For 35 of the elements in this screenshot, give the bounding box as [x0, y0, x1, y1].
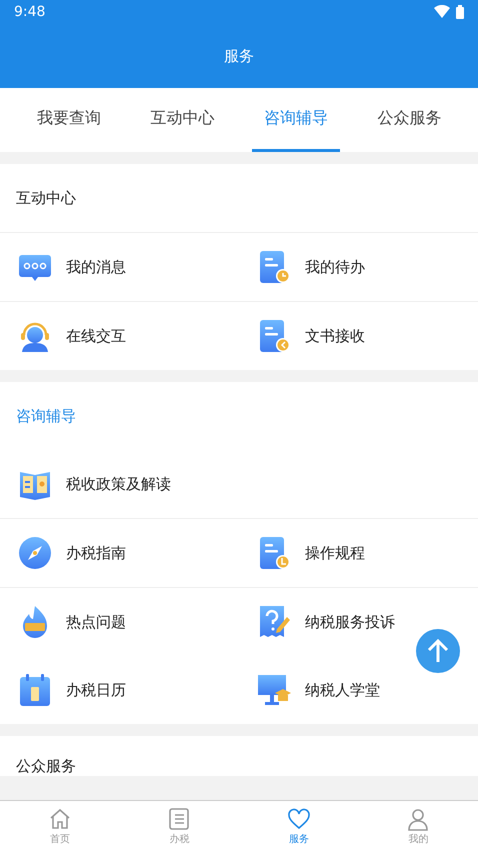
section-title: 公众服务	[16, 757, 76, 776]
home-icon	[48, 806, 72, 830]
heart-icon	[286, 806, 311, 830]
service-item[interactable]: 文书接收	[239, 302, 478, 370]
question-pencil-icon	[257, 605, 291, 639]
section-title: 互动中心	[16, 188, 76, 208]
service-item[interactable]: 纳税人学堂	[239, 656, 478, 724]
battery-icon	[456, 5, 464, 19]
tab[interactable]: 互动中心	[138, 88, 226, 152]
service-item[interactable]: 操作规程	[239, 519, 478, 587]
document-arrow-icon	[257, 319, 291, 353]
tab[interactable]: 咨询辅导	[252, 88, 340, 152]
service-item[interactable]: 税收政策及解读	[0, 450, 239, 518]
service-item[interactable]: 办税指南	[0, 519, 239, 587]
nav-tab[interactable]: 服务	[239, 801, 358, 851]
list-icon	[167, 806, 192, 830]
tab[interactable]: 公众服务	[365, 88, 454, 152]
document-clock-icon	[257, 250, 291, 284]
calendar-icon	[18, 673, 52, 707]
service-item[interactable]: 我的待办	[239, 233, 478, 301]
tab[interactable]: 我要查询	[24, 88, 113, 152]
service-item[interactable]: 办税日历	[0, 656, 239, 724]
status-time: 9:48	[14, 4, 46, 20]
service-item[interactable]: 我的消息	[0, 233, 239, 301]
service-item[interactable]: 在线交互	[0, 302, 239, 370]
person-icon	[406, 806, 430, 830]
up-arrow-icon	[426, 638, 450, 664]
monitor-graduation-cap-icon	[257, 673, 291, 707]
compass-icon	[18, 536, 52, 570]
wifi-icon	[434, 5, 450, 18]
service-item[interactable]: 热点问题	[0, 588, 239, 656]
page-title: 服务	[224, 46, 254, 66]
section-title: 咨询辅导	[16, 406, 76, 426]
document-hand-icon	[257, 536, 291, 570]
service-item[interactable]: 纳税服务投诉	[239, 588, 478, 656]
